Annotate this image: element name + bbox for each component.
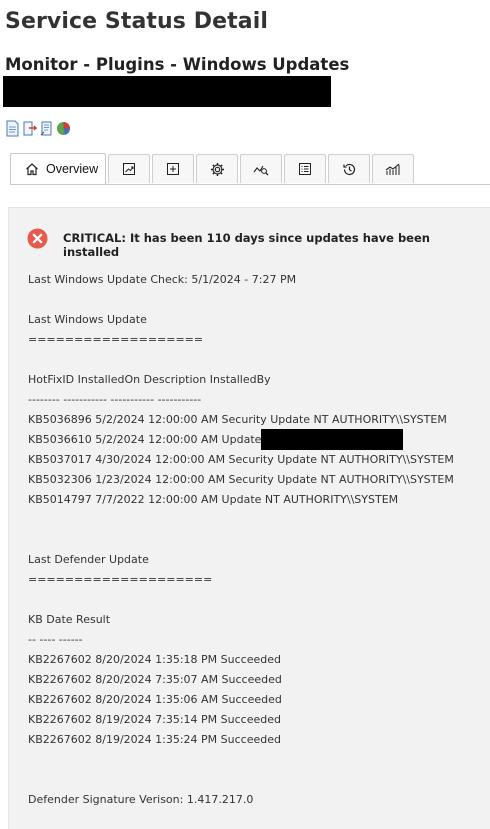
output-line: Last Windows Update: [28, 313, 147, 326]
output-line: KB5032306 1/23/2024 12:00:00 AM Security…: [28, 473, 454, 486]
output-line: Last Defender Update: [28, 553, 149, 566]
critical-status-icon: [27, 228, 48, 249]
history-icon: [342, 163, 355, 175]
document-icon[interactable]: [5, 120, 20, 137]
service-subtitle: Monitor - Plugins - Windows Updates: [5, 55, 350, 74]
page-title: Service Status Detail: [5, 9, 268, 34]
tab-overview[interactable]: Overview: [10, 153, 106, 184]
notes-icon[interactable]: [39, 120, 54, 137]
tab-performance[interactable]: [372, 154, 414, 183]
output-line: ===================: [28, 333, 204, 346]
output-line: Defender Signature Verison: 1.417.217.0: [28, 793, 254, 806]
output-line: -------- ----------- ----------- -------…: [28, 393, 202, 406]
performance-chart-icon: [385, 163, 400, 175]
tab-bar-divider: [10, 184, 490, 185]
output-line: KB Date Result: [28, 613, 111, 626]
output-line: KB2267602 8/19/2024 7:35:14 PM Succeeded: [28, 713, 281, 726]
tab-overview-label: Overview: [46, 162, 99, 176]
export-icon[interactable]: [22, 120, 38, 137]
add-box-icon: [167, 163, 179, 175]
output-line: KB5037017 4/30/2024 12:00:00 AM Security…: [28, 453, 454, 466]
output-line: KB5014797 7/7/2022 12:00:00 AM Update NT…: [28, 493, 399, 506]
output-line: KB2267602 8/20/2024 1:35:18 PM Succeeded: [28, 653, 281, 666]
tab-add[interactable]: [152, 154, 194, 183]
output-line: -- ---- ------: [28, 633, 83, 646]
plugin-output: Last Windows Update Check: 5/1/2024 - 7:…: [28, 272, 454, 812]
tab-history[interactable]: [328, 154, 370, 183]
tab-settings[interactable]: [196, 154, 238, 183]
output-line: KB2267602 8/19/2024 1:35:24 PM Succeeded: [28, 733, 281, 746]
tab-trend[interactable]: [108, 154, 150, 183]
status-message: CRITICAL: It has been 110 days since upd…: [63, 231, 430, 259]
tab-list[interactable]: [284, 154, 326, 183]
output-line: KB2267602 8/20/2024 7:35:07 AM Succeeded: [28, 673, 282, 686]
trend-chart-icon: [123, 163, 135, 175]
list-icon: [299, 163, 311, 175]
graph-search-icon: [253, 165, 269, 176]
output-line: KB2267602 8/20/2024 1:35:06 AM Succeeded: [28, 693, 282, 706]
tab-graph-search[interactable]: [240, 154, 282, 183]
redacted-host-name: [3, 76, 331, 107]
tab-bar: Overview: [10, 153, 414, 184]
toolbar: [5, 120, 71, 137]
output-line: HotFixID InstalledOn Description Install…: [28, 373, 271, 386]
pie-chart-icon[interactable]: [56, 120, 71, 137]
gear-icon: [210, 162, 224, 176]
home-icon: [26, 163, 38, 176]
output-line: ====================: [28, 573, 213, 586]
redacted-installed-by: [261, 429, 403, 450]
output-line: Last Windows Update Check: 5/1/2024 - 7:…: [28, 273, 297, 286]
